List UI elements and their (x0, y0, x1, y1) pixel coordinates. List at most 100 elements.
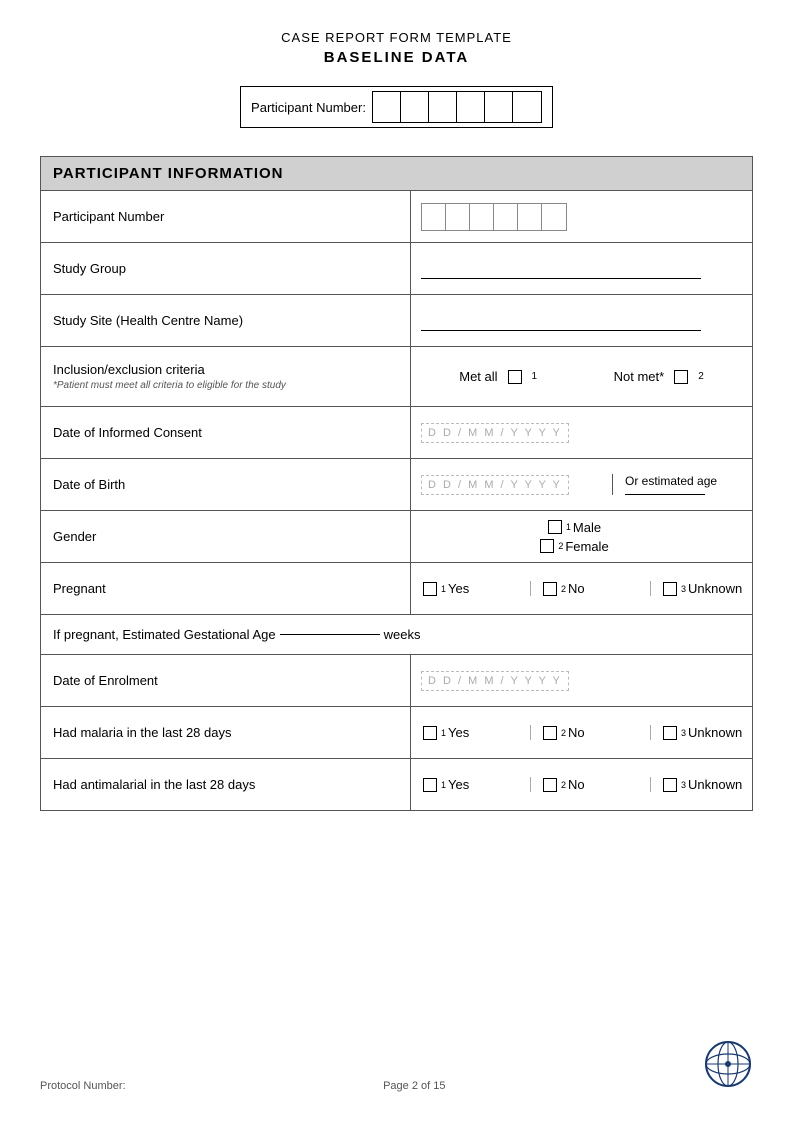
pn-box-4[interactable] (457, 92, 485, 122)
malaria-options: 1 Yes 2 No 3 Unknown (411, 725, 771, 740)
top-participant-number-row: Participant Number: (40, 86, 753, 128)
content-gender: 1 Male 2 Female (411, 511, 752, 562)
row-date-enrolment: Date of Enrolment D D / M M / Y Y Y Y (41, 654, 752, 706)
row-gender: Gender 1 Male 2 Female (41, 510, 752, 562)
content-date-informed-consent: D D / M M / Y Y Y Y (411, 407, 752, 458)
row-study-group: Study Group (41, 242, 752, 294)
pn-table-box-3[interactable] (470, 204, 494, 230)
pn-table-boxes (421, 203, 567, 231)
content-had-malaria: 1 Yes 2 No 3 Unknown (411, 707, 771, 758)
label-date-enrolment: Date of Enrolment (41, 655, 411, 706)
content-had-antimalarial: 1 Yes 2 No 3 Unknown (411, 759, 771, 810)
checkbox-pregnant-yes[interactable] (423, 582, 437, 596)
page-info: Page 2 of 15 (383, 1080, 445, 1092)
participant-number-label: Participant Number: (251, 100, 366, 115)
content-study-group (411, 243, 752, 294)
antimalarial-unknown: 3 Unknown (651, 777, 771, 792)
row-had-antimalarial: Had antimalarial in the last 28 days 1 Y… (41, 758, 752, 810)
row-inclusion-exclusion: Inclusion/exclusion criteria *Patient mu… (41, 346, 752, 406)
dob-date-section: D D / M M / Y Y Y Y (411, 467, 612, 503)
row-date-of-birth: Date of Birth D D / M M / Y Y Y Y Or est… (41, 458, 752, 510)
row-had-malaria: Had malaria in the last 28 days 1 Yes 2 … (41, 706, 752, 758)
participant-number-boxes (372, 91, 542, 123)
gender-male: 1 Male (548, 520, 601, 535)
row-participant-number: Participant Number (41, 190, 752, 242)
pn-box-6[interactable] (513, 92, 541, 122)
label-study-site: Study Site (Health Centre Name) (41, 295, 411, 346)
pn-table-box-6[interactable] (542, 204, 566, 230)
content-date-enrolment: D D / M M / Y Y Y Y (411, 655, 752, 706)
study-site-field[interactable] (421, 311, 701, 331)
participant-information-section: PARTICIPANT INFORMATION Participant Numb… (40, 156, 753, 811)
footer-logo (703, 1039, 753, 1092)
content-participant-number (411, 191, 752, 242)
label-pregnant: Pregnant (41, 563, 411, 614)
page-subtitle: BASELINE DATA (40, 49, 753, 66)
pn-table-box-1[interactable] (422, 204, 446, 230)
pn-box-5[interactable] (485, 92, 513, 122)
content-inclusion-exclusion: Met all 1 Not met* 2 (411, 347, 752, 406)
malaria-yes: 1 Yes (411, 725, 531, 740)
checkbox-not-met[interactable] (674, 370, 688, 384)
participant-number-outer: Participant Number: (240, 86, 553, 128)
label-participant-number: Participant Number (41, 191, 411, 242)
row-gestational-age: If pregnant, Estimated Gestational Age w… (41, 614, 752, 654)
page-title: CASE REPORT FORM TEMPLATE (40, 30, 753, 45)
gender-female: 2 Female (540, 539, 608, 554)
pregnant-yes: 1 Yes (411, 581, 531, 596)
pn-table-box-4[interactable] (494, 204, 518, 230)
page-footer: Protocol Number: Page 2 of 15 (40, 1039, 753, 1092)
pn-box-1[interactable] (373, 92, 401, 122)
malaria-unknown: 3 Unknown (651, 725, 771, 740)
gestational-age-field[interactable] (280, 634, 380, 635)
inclusion-met-all: Met all 1 (459, 369, 537, 384)
section-title: PARTICIPANT INFORMATION (41, 157, 752, 190)
checkbox-malaria-yes[interactable] (423, 726, 437, 740)
label-study-group: Study Group (41, 243, 411, 294)
checkbox-pregnant-unknown[interactable] (663, 582, 677, 596)
checkbox-female[interactable] (540, 539, 554, 553)
pn-table-box-5[interactable] (518, 204, 542, 230)
checkbox-pregnant-no[interactable] (543, 582, 557, 596)
content-pregnant: 1 Yes 2 No 3 Unknown (411, 563, 771, 614)
page: CASE REPORT FORM TEMPLATE BASELINE DATA … (0, 0, 793, 1122)
row-study-site: Study Site (Health Centre Name) (41, 294, 752, 346)
content-date-of-birth: D D / M M / Y Y Y Y Or estimated age (411, 459, 752, 510)
row-pregnant: Pregnant 1 Yes 2 No 3 (41, 562, 752, 614)
estimated-age-field[interactable] (625, 494, 705, 495)
antimalarial-yes: 1 Yes (411, 777, 531, 792)
pn-table-box-2[interactable] (446, 204, 470, 230)
date-enrolment-field[interactable]: D D / M M / Y Y Y Y (421, 671, 569, 691)
pn-box-2[interactable] (401, 92, 429, 122)
page-header: CASE REPORT FORM TEMPLATE BASELINE DATA (40, 30, 753, 66)
checkbox-male[interactable] (548, 520, 562, 534)
label-had-antimalarial: Had antimalarial in the last 28 days (41, 759, 411, 810)
pregnant-options: 1 Yes 2 No 3 Unknown (411, 581, 771, 596)
checkbox-antimalarial-no[interactable] (543, 778, 557, 792)
malaria-no: 2 No (531, 725, 651, 740)
pregnant-unknown: 3 Unknown (651, 581, 771, 596)
antimalarial-options: 1 Yes 2 No 3 Unknown (411, 777, 771, 792)
content-study-site (411, 295, 752, 346)
label-had-malaria: Had malaria in the last 28 days (41, 707, 411, 758)
study-group-field[interactable] (421, 259, 701, 279)
dob-estimated-section: Or estimated age (612, 474, 752, 495)
date-of-birth-field[interactable]: D D / M M / Y Y Y Y (421, 475, 569, 495)
label-date-informed-consent: Date of Informed Consent (41, 407, 411, 458)
antimalarial-no: 2 No (531, 777, 651, 792)
checkbox-antimalarial-unknown[interactable] (663, 778, 677, 792)
checkbox-antimalarial-yes[interactable] (423, 778, 437, 792)
label-date-of-birth: Date of Birth (41, 459, 411, 510)
checkbox-malaria-unknown[interactable] (663, 726, 677, 740)
inclusion-not-met: Not met* 2 (614, 369, 704, 384)
pregnant-no: 2 No (531, 581, 651, 596)
date-informed-consent-field[interactable]: D D / M M / Y Y Y Y (421, 423, 569, 443)
checkbox-met-all[interactable] (508, 370, 522, 384)
row-date-informed-consent: Date of Informed Consent D D / M M / Y Y… (41, 406, 752, 458)
checkbox-malaria-no[interactable] (543, 726, 557, 740)
pn-box-3[interactable] (429, 92, 457, 122)
protocol-number: Protocol Number: (40, 1080, 126, 1092)
label-inclusion-exclusion: Inclusion/exclusion criteria *Patient mu… (41, 347, 411, 406)
label-gender: Gender (41, 511, 411, 562)
estimated-age-label: Or estimated age (625, 474, 717, 488)
